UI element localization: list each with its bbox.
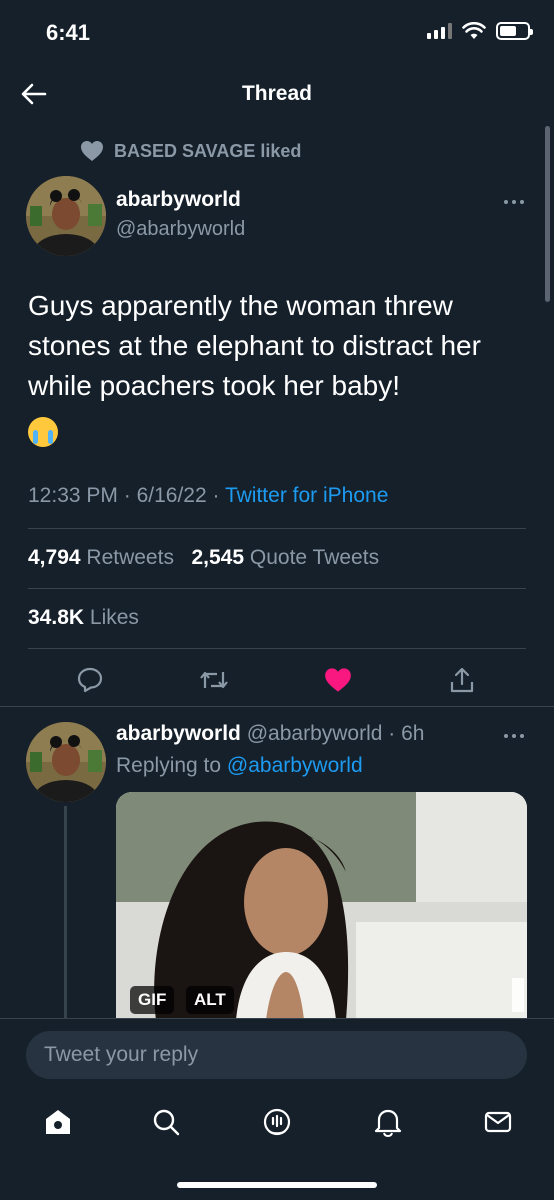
replying-prefix: Replying to bbox=[116, 754, 222, 777]
status-time: 6:41 bbox=[46, 20, 91, 45]
divider bbox=[28, 648, 526, 649]
retweet-icon bbox=[200, 671, 228, 689]
alt-badge[interactable]: ALT bbox=[186, 986, 234, 1014]
gif-media[interactable]: GIF ALT bbox=[116, 792, 527, 1020]
loudly-crying-face-icon bbox=[28, 416, 58, 447]
tab-spaces[interactable] bbox=[257, 1102, 297, 1142]
retweets-label: Retweets bbox=[86, 546, 174, 569]
replying-to: Replying to @abarbyworld bbox=[116, 754, 363, 778]
more-options-icon[interactable] bbox=[504, 200, 524, 204]
reply-button[interactable] bbox=[70, 660, 110, 700]
likes-count: 34.8K bbox=[28, 606, 85, 629]
reply-icon bbox=[77, 667, 103, 693]
thread-line bbox=[64, 806, 67, 1020]
handle[interactable]: @abarbyworld bbox=[116, 218, 245, 241]
meta-separator: · bbox=[123, 484, 131, 507]
tab-search[interactable] bbox=[146, 1102, 186, 1142]
tweet-time: 12:33 PM bbox=[28, 484, 118, 507]
home-indicator[interactable] bbox=[177, 1182, 377, 1188]
reply-avatar[interactable] bbox=[26, 722, 106, 802]
tab-home[interactable] bbox=[38, 1102, 78, 1142]
display-name[interactable]: abarbyworld bbox=[116, 188, 245, 212]
tweet-source-link[interactable]: Twitter for iPhone bbox=[225, 484, 388, 507]
tab-bar bbox=[0, 1090, 554, 1156]
replying-to-link[interactable]: @abarbyworld bbox=[227, 754, 363, 777]
meta-separator: · bbox=[212, 484, 220, 507]
tweet-actions bbox=[0, 660, 554, 700]
share-button[interactable] bbox=[442, 660, 482, 700]
retweets-count: 4,794 bbox=[28, 546, 81, 569]
tweet-text: Guys apparently the woman threw stones a… bbox=[28, 286, 528, 450]
retweet-button[interactable] bbox=[194, 660, 234, 700]
messages-icon bbox=[484, 1111, 512, 1133]
status-bar: 6:41 bbox=[0, 0, 554, 64]
likes-label: Likes bbox=[89, 606, 139, 629]
avatar[interactable] bbox=[26, 176, 106, 256]
scrollbar[interactable] bbox=[545, 126, 550, 302]
search-icon bbox=[153, 1109, 180, 1136]
heart-icon bbox=[81, 141, 103, 161]
heart-filled-icon bbox=[325, 668, 351, 692]
likes-stat[interactable]: 34.8K Likes bbox=[28, 606, 139, 630]
section-divider bbox=[0, 706, 554, 707]
page-title: Thread bbox=[241, 82, 312, 105]
divider bbox=[28, 588, 526, 589]
reply-display-name[interactable]: abarbyworld bbox=[116, 722, 241, 745]
tweet-author[interactable]: abarbyworld @abarbyworld bbox=[116, 188, 245, 241]
tab-messages[interactable] bbox=[478, 1102, 518, 1142]
wifi-icon bbox=[462, 22, 486, 39]
retweets-stat[interactable]: 4,794 Retweets bbox=[28, 546, 174, 569]
gif-badge: GIF bbox=[130, 986, 175, 1014]
quotes-count: 2,545 bbox=[191, 546, 245, 569]
reply-input[interactable]: Tweet your reply bbox=[26, 1031, 527, 1079]
tweet-date: 6/16/22 bbox=[136, 484, 207, 507]
reply-author[interactable]: abarbyworld @abarbyworld · 6h bbox=[116, 722, 424, 746]
reply-more-options-icon[interactable] bbox=[504, 734, 524, 738]
social-context-label: BASED SAVAGE liked bbox=[114, 140, 302, 161]
home-icon bbox=[46, 1110, 70, 1134]
quotes-label: Quote Tweets bbox=[249, 546, 380, 569]
share-icon bbox=[450, 667, 474, 693]
tweet-meta: 12:33 PM · 6/16/22 · Twitter for iPhone bbox=[28, 484, 388, 508]
tab-notifications[interactable] bbox=[368, 1102, 408, 1142]
retweet-stats: 4,794 Retweets 2,545 Quote Tweets bbox=[28, 546, 379, 570]
spaces-icon bbox=[263, 1108, 291, 1136]
social-context: BASED SAVAGE liked bbox=[80, 140, 301, 162]
gif-thumbnail bbox=[116, 792, 527, 1020]
battery-icon bbox=[496, 22, 533, 40]
cellular-signal-icon bbox=[427, 23, 452, 39]
divider bbox=[28, 528, 526, 529]
tweet-body: Guys apparently the woman threw stones a… bbox=[28, 290, 481, 401]
like-button[interactable] bbox=[318, 660, 358, 700]
notifications-icon bbox=[374, 1109, 402, 1137]
reply-handle-time: @abarbyworld · 6h bbox=[246, 722, 425, 745]
reply-composer: Tweet your reply bbox=[0, 1018, 554, 1090]
quotes-stat[interactable]: 2,545 Quote Tweets bbox=[191, 546, 379, 569]
status-icons bbox=[427, 22, 533, 40]
thread-header: Thread bbox=[0, 70, 554, 118]
